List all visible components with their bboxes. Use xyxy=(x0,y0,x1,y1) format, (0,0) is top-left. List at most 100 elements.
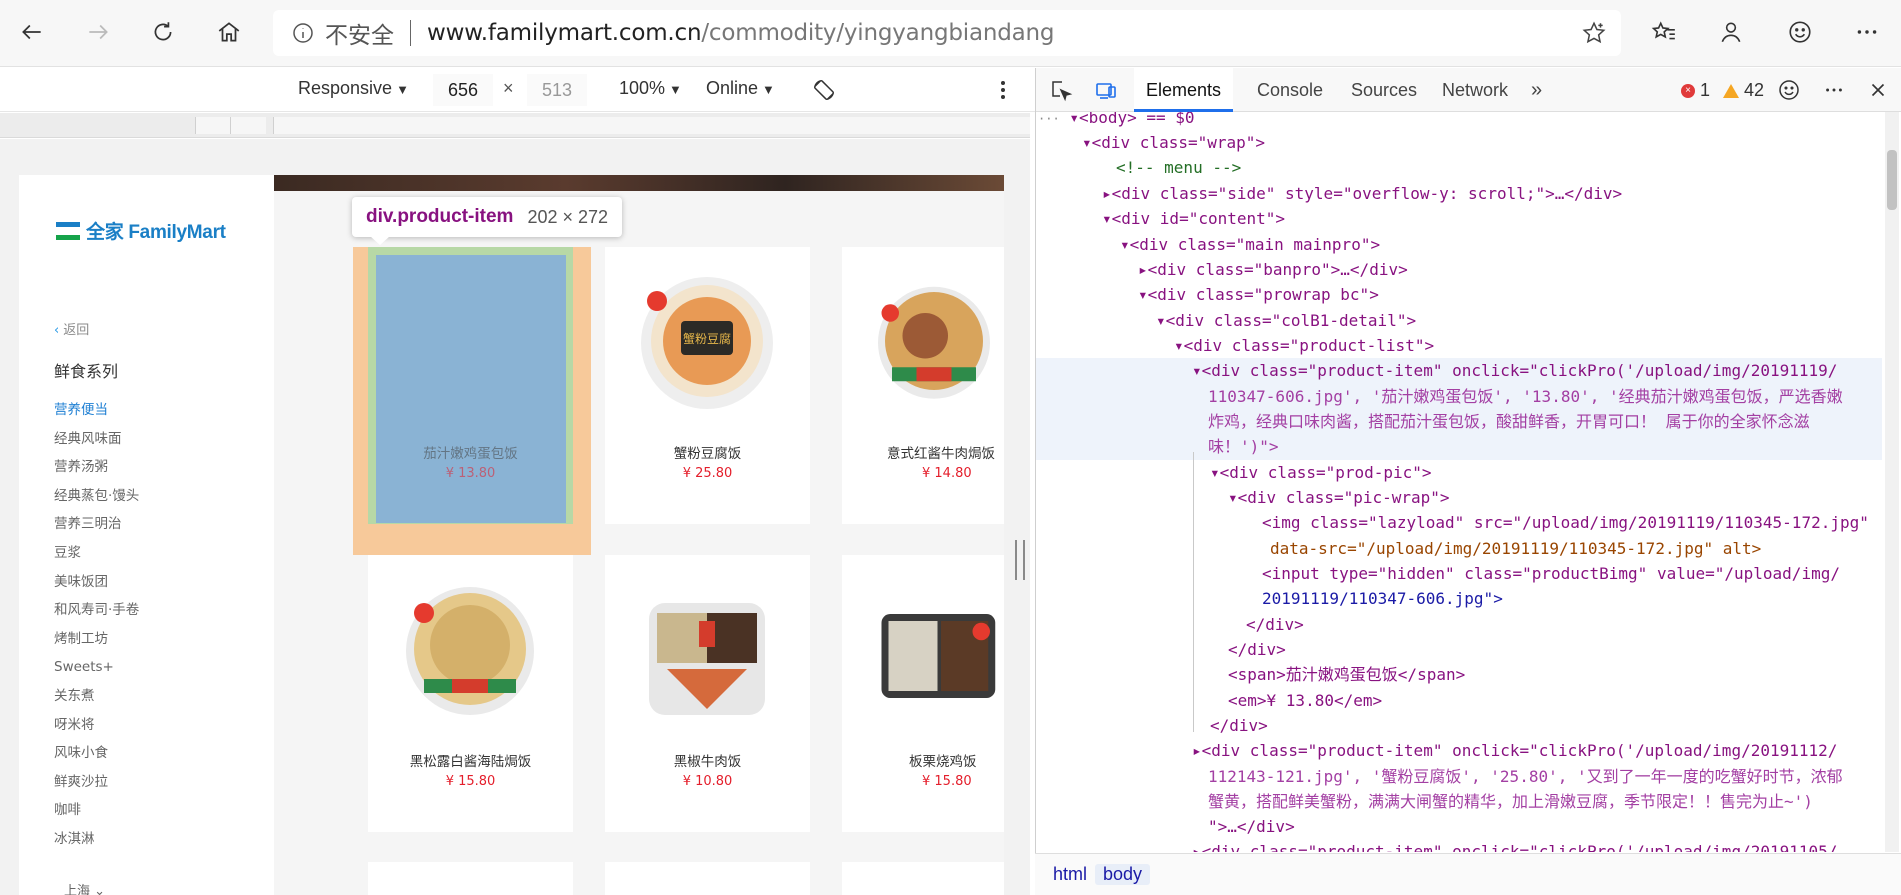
feedback-smiley-icon[interactable] xyxy=(1782,14,1818,50)
menu-item-sandwich[interactable]: 营养三明治 xyxy=(54,514,139,543)
ruler-segment[interactable] xyxy=(230,117,266,134)
logo-text: 全家 FamilyMart xyxy=(86,222,226,243)
menu-item-yamijiang[interactable]: 呀米将 xyxy=(54,715,139,744)
favorites-icon[interactable] xyxy=(1646,14,1682,50)
dimension-separator: × xyxy=(503,78,514,98)
familymart-logo[interactable]: 全家 FamilyMart xyxy=(56,217,226,244)
error-count-badge[interactable]: × 1 xyxy=(1681,80,1710,101)
dom-node[interactable]: <span>茄汁嫩鸡蛋包饭</span> xyxy=(1036,662,1882,687)
profile-icon[interactable] xyxy=(1713,14,1749,50)
dom-node[interactable]: ▾<div class="prowrap bc"> xyxy=(1036,282,1882,307)
menu-item-nutrition-bento[interactable]: 营养便当 xyxy=(54,400,139,429)
dom-line-text: <!-- menu --> xyxy=(1116,158,1242,177)
tab-network[interactable]: Network xyxy=(1430,68,1520,112)
warning-count-badge[interactable]: 42 xyxy=(1723,80,1764,101)
dom-node[interactable]: ▾<div class="colB1-detail"> xyxy=(1036,308,1882,333)
more-tabs-chevron-icon[interactable]: » xyxy=(1519,68,1554,112)
dom-node[interactable]: </div> xyxy=(1036,637,1882,662)
dom-node[interactable]: ▾<div class="prod-pic"> xyxy=(1036,460,1882,485)
viewport-height-input[interactable]: 513 xyxy=(527,74,587,106)
close-devtools-icon[interactable] xyxy=(1864,76,1892,104)
dom-node[interactable]: ▾<div class="wrap"> xyxy=(1036,130,1882,155)
menu-item-ice-cream[interactable]: 冰淇淋 xyxy=(54,829,139,858)
dom-node[interactable]: ▾<div class="main mainpro"> xyxy=(1036,232,1882,257)
add-favorite-star-icon[interactable] xyxy=(1581,20,1607,46)
media-query-ruler[interactable] xyxy=(0,113,1030,138)
dom-node[interactable]: <em>¥ 13.80</em> xyxy=(1036,688,1882,713)
ruler-segment[interactable] xyxy=(273,117,1030,134)
url-text[interactable]: www.familymart.com.cn/commodity/yingyang… xyxy=(427,20,1054,46)
network-throttle-dropdown[interactable]: Online ▼ xyxy=(706,78,775,99)
device-emulation-toolbar: Responsive ▼ 656 × 513 100% ▼ Online ▼ xyxy=(0,68,1035,112)
home-icon[interactable] xyxy=(211,14,247,50)
device-mode-dropdown[interactable]: Responsive ▼ xyxy=(298,78,409,99)
menu-item-coffee[interactable]: 咖啡 xyxy=(54,800,139,829)
back-arrow-icon[interactable] xyxy=(14,14,50,50)
dom-scrollbar[interactable] xyxy=(1885,112,1899,852)
devtools-more-icon[interactable] xyxy=(1820,76,1848,104)
devtools-feedback-icon[interactable] xyxy=(1775,76,1803,104)
scrollbar-thumb[interactable] xyxy=(1887,150,1897,210)
product-item[interactable]: 黑松露白酱海陆焗饭 ¥ 15.80 xyxy=(368,555,573,832)
product-name: 蟹粉豆腐饭 xyxy=(673,446,742,462)
dom-node[interactable]: </div> xyxy=(1036,713,1882,738)
product-item[interactable]: 蟹粉豆腐 蟹粉豆腐饭 ¥ 25.80 xyxy=(605,247,810,524)
dom-node[interactable]: </div> xyxy=(1036,612,1882,637)
dom-node-product-item[interactable]: ▸<div class="product-item" onclick="clic… xyxy=(1036,839,1882,852)
tab-console[interactable]: Console xyxy=(1245,68,1335,112)
dom-line-text: ▾<body> == $0 xyxy=(1069,112,1195,127)
url-host: www.familymart.com.cn xyxy=(427,20,702,46)
refresh-icon[interactable] xyxy=(145,14,181,50)
dom-node[interactable]: ▸<div class="banpro">…</div> xyxy=(1036,257,1882,282)
dom-node[interactable]: ▾<div class="pic-wrap"> xyxy=(1036,485,1882,510)
menu-item-soy-milk[interactable]: 豆浆 xyxy=(54,543,139,572)
breadcrumb-body[interactable]: body xyxy=(1095,864,1151,885)
product-item[interactable] xyxy=(605,862,810,895)
ruler-segment[interactable] xyxy=(195,117,230,134)
device-toolbar-more-icon[interactable] xyxy=(995,78,1011,102)
forward-arrow-icon[interactable] xyxy=(80,14,116,50)
product-price: ¥ 13.80 xyxy=(445,466,496,481)
menu-item-steamed-buns[interactable]: 经典蒸包·馒头 xyxy=(54,486,139,515)
product-item[interactable] xyxy=(368,862,573,895)
tab-elements[interactable]: Elements xyxy=(1134,68,1234,112)
back-link[interactable]: ‹ 返回 xyxy=(54,319,89,338)
address-bar[interactable]: 不安全 www.familymart.com.cn/commodity/ying… xyxy=(273,10,1621,56)
info-icon[interactable] xyxy=(291,21,315,45)
dom-node-product-item[interactable]: ▸<div class="product-item" onclick="clic… xyxy=(1036,738,1882,763)
dom-line-text: ▸<div class="product-item" onclick="clic… xyxy=(1192,741,1838,760)
product-item[interactable]: 板栗烧鸡饭 ¥ 15.80 xyxy=(842,555,1004,832)
product-item[interactable] xyxy=(842,862,1004,895)
device-emulation-icon[interactable] xyxy=(1092,76,1120,104)
menu-item-rice-ball[interactable]: 美味饭团 xyxy=(54,572,139,601)
menu-item-bakery[interactable]: 烤制工坊 xyxy=(54,629,139,658)
menu-item-snacks[interactable]: 风味小食 xyxy=(54,743,139,772)
menu-item-sweets[interactable]: Sweets+ xyxy=(54,657,139,686)
zoom-dropdown[interactable]: 100% ▼ xyxy=(619,78,682,99)
menu-item-salad[interactable]: 鲜爽沙拉 xyxy=(54,772,139,801)
dom-node[interactable]: ▸<div class="side" style="overflow-y: sc… xyxy=(1036,181,1882,206)
menu-item-classic-noodles[interactable]: 经典风味面 xyxy=(54,429,139,458)
dom-node[interactable]: <img class="lazyload" src="/upload/img/2… xyxy=(1036,510,1882,535)
breadcrumb-html[interactable]: html xyxy=(1045,864,1095,885)
viewport-resize-handle[interactable] xyxy=(1015,540,1025,580)
dom-line-text: ▾<div class="pic-wrap"> xyxy=(1228,488,1450,507)
elements-dom-tree: ··· ▾<body> == $0 ▾<div class="wrap"> <!… xyxy=(1036,112,1882,852)
dom-node[interactable]: ▾<div id="content"> xyxy=(1036,206,1882,231)
dom-node[interactable]: <input type="hidden" class="productBimg"… xyxy=(1036,561,1882,586)
product-item[interactable]: 意式红酱牛肉焗饭 ¥ 14.80 xyxy=(842,247,1004,524)
viewport-width-input[interactable]: 656 xyxy=(433,74,493,106)
rotate-icon[interactable] xyxy=(812,78,836,102)
menu-item-sushi[interactable]: 和风寿司·手卷 xyxy=(54,600,139,629)
tab-sources[interactable]: Sources xyxy=(1339,68,1429,112)
product-item[interactable]: 黑椒牛肉饭 ¥ 10.80 xyxy=(605,555,810,832)
city-selector[interactable]: 上海 ⌄ xyxy=(64,880,105,895)
settings-more-icon[interactable] xyxy=(1849,14,1885,50)
menu-item-soup-porridge[interactable]: 营养汤粥 xyxy=(54,457,139,486)
dom-line-text: ▾<div class="product-item" onclick="clic… xyxy=(1192,361,1838,380)
inspect-element-icon[interactable] xyxy=(1047,76,1075,104)
dom-comment[interactable]: <!-- menu --> xyxy=(1036,155,1882,180)
dom-node-line: 味！')"> xyxy=(1036,434,1882,459)
dom-node[interactable]: ▾<div class="product-list"> xyxy=(1036,333,1882,358)
menu-item-oden[interactable]: 关东煮 xyxy=(54,686,139,715)
